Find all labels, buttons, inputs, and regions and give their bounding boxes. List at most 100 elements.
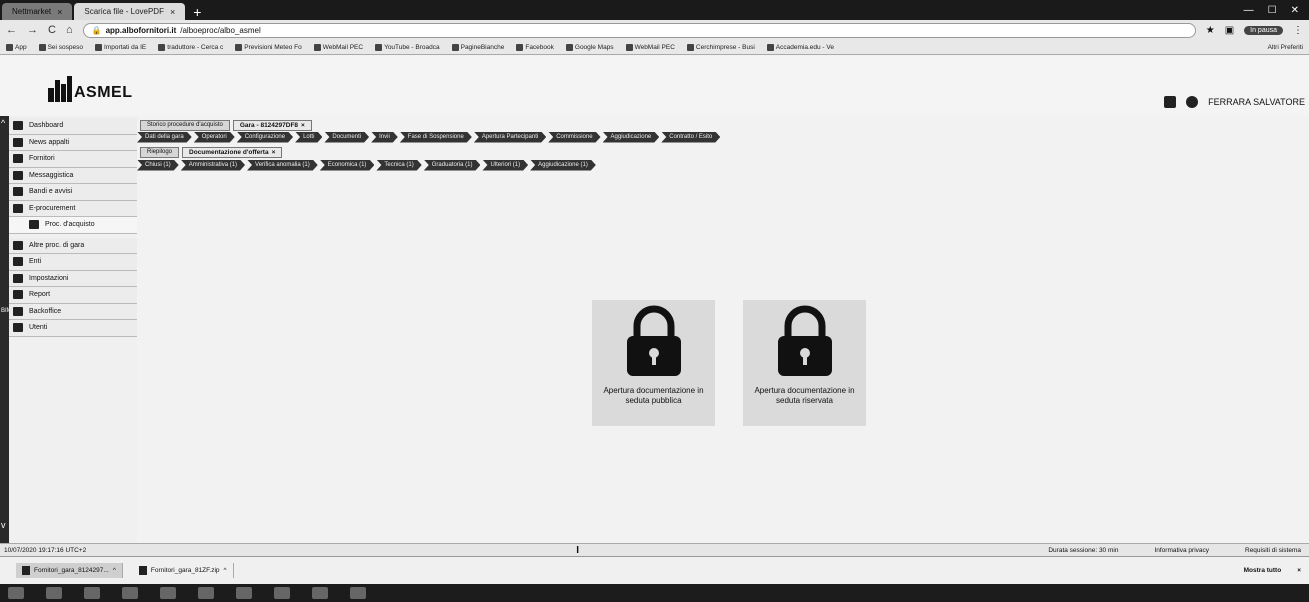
tab-documentazione-offerta[interactable]: Documentazione d'offerta × <box>182 146 283 158</box>
open-reserved-session-button[interactable]: Apertura documentazione in seduta riserv… <box>743 300 866 426</box>
bookmark-item[interactable]: traduttore - Cerca c <box>158 43 223 51</box>
step-pill[interactable]: Commissione <box>548 132 600 143</box>
download-item[interactable]: Fornitori_gara_8124297... ^ <box>16 563 123 578</box>
chevron-up-icon[interactable]: ^ <box>224 567 227 574</box>
step-pill[interactable]: Dati della gara <box>137 132 192 143</box>
close-icon[interactable]: × <box>272 149 276 156</box>
bookmark-item[interactable]: YouTube - Broadca <box>375 43 440 51</box>
sidebar-item-report[interactable]: Report <box>9 287 137 304</box>
start-icon[interactable] <box>8 587 24 599</box>
explorer-icon[interactable] <box>84 587 100 599</box>
skype-icon[interactable] <box>236 587 252 599</box>
sidebar-item-e-procurement[interactable]: E-procurement <box>9 200 137 217</box>
forward-icon[interactable]: → <box>27 24 38 36</box>
tab-storico[interactable]: Storico procedure d'acquisto <box>140 119 230 131</box>
step-pill[interactable]: Aggiudicazione <box>603 132 660 143</box>
sidebar-item-news-appalti[interactable]: News appalti <box>9 134 137 151</box>
step-pill[interactable]: Configurazione <box>237 132 293 143</box>
star-icon[interactable]: ★ <box>1206 25 1215 36</box>
bookmark-item[interactable]: WebMail PEC <box>625 43 675 51</box>
new-tab-icon[interactable]: + <box>193 4 201 20</box>
user-icon[interactable] <box>1186 96 1199 108</box>
sidebar-item-impostazioni[interactable]: Impostazioni <box>9 270 137 287</box>
sidebar-toggle-strip[interactable]: ^ BIMIN v <box>0 116 18 543</box>
step-pill[interactable]: Operatori <box>194 132 235 143</box>
sidebar-item-fornitori[interactable]: Fornitori <box>9 151 137 168</box>
step-pill[interactable]: Amministrativa (1) <box>181 160 245 171</box>
extension-icon[interactable]: ▣ <box>1225 25 1234 36</box>
sidebar-item-dashboard[interactable]: Dashboard <box>9 118 137 135</box>
close-icon[interactable]: × <box>57 7 62 17</box>
sidebar-item-proc-d-acquisto[interactable]: Proc. d'acquisto <box>9 217 137 234</box>
step-pill[interactable]: Apertura Partecipanti <box>474 132 546 143</box>
minimize-icon[interactable]: — <box>1244 5 1254 16</box>
chevron-up-icon[interactable]: ^ <box>113 567 116 574</box>
sidebar-item-enti[interactable]: Enti <box>9 254 137 271</box>
close-icon[interactable]: × <box>301 122 305 129</box>
step-pill[interactable]: Invii <box>371 132 398 143</box>
database-icon[interactable] <box>1164 96 1177 108</box>
bookmark-item[interactable]: Accademia.edu - Ve <box>766 43 834 51</box>
chevron-down-icon[interactable]: v <box>1 520 6 530</box>
close-icon[interactable]: × <box>1297 567 1301 574</box>
step-pill[interactable]: Ulteriori (1) <box>482 160 528 171</box>
bookmark-item[interactable]: App <box>6 43 27 51</box>
bookmark-item[interactable]: WebMail PEC <box>313 43 363 51</box>
reload-icon[interactable]: C <box>48 24 56 36</box>
step-pill[interactable]: Fase di Sospensione <box>400 132 472 143</box>
step-pill[interactable]: Aggiudicazione (1) <box>530 160 596 171</box>
menu-icon[interactable]: ⋮ <box>1293 25 1303 36</box>
requirements-link[interactable]: Requisiti di sistema <box>1245 547 1301 554</box>
acrobat-icon[interactable] <box>312 587 328 599</box>
privacy-link[interactable]: Informativa privacy <box>1154 547 1209 554</box>
other-bookmarks[interactable]: Altri Preferiti <box>1268 44 1303 51</box>
search-icon[interactable] <box>46 587 62 599</box>
asmel-logo[interactable]: ASMEL <box>48 76 133 102</box>
step-pill[interactable]: Tecnica (1) <box>376 160 421 171</box>
bookmark-item[interactable]: Importati da IE <box>95 43 146 51</box>
step-pill[interactable]: Economica (1) <box>320 160 375 171</box>
excel-icon[interactable] <box>274 587 290 599</box>
bookmark-label: App <box>15 43 27 51</box>
bookmark-item[interactable]: Previsioni Meteo Fo <box>235 43 302 51</box>
step-pill[interactable]: Graduatoria (1) <box>424 160 481 171</box>
url-field[interactable]: 🔒 app.albofornitori.it/alboeproc/albo_as… <box>82 22 1196 38</box>
message-icon <box>13 170 23 180</box>
bookmark-item[interactable]: Sei sospeso <box>38 43 83 51</box>
bookmark-item[interactable]: Cerchimprese - Busi <box>686 43 755 51</box>
chevron-up-icon[interactable]: ^ <box>1 118 5 128</box>
mail-icon[interactable] <box>160 587 176 599</box>
logo-text: ASMEL <box>74 84 133 101</box>
show-all-button[interactable]: Mostra tutto <box>1244 567 1282 574</box>
step-pill[interactable]: Verifica anomalia (1) <box>247 160 318 171</box>
bookmark-item[interactable]: PagineBianche <box>451 43 504 51</box>
step-pill[interactable]: Chiusi (1) <box>137 160 179 171</box>
step-pill[interactable]: Lotti <box>295 132 322 143</box>
bookmark-item[interactable]: Facebook <box>516 43 554 51</box>
sidebar-item-utenti[interactable]: Utenti <box>9 320 137 337</box>
tab-gara[interactable]: Gara - 8124297DF8 × <box>232 119 312 131</box>
sidebar-item-messaggistica[interactable]: Messaggistica <box>9 167 137 184</box>
close-window-icon[interactable]: ✕ <box>1291 5 1299 16</box>
maximize-icon[interactable]: ☐ <box>1268 5 1277 16</box>
chrome-icon[interactable] <box>350 587 366 599</box>
download-item[interactable]: Fornitori_gara_81ZF.zip ^ <box>133 563 234 578</box>
step-pill[interactable]: Contratto / Esito <box>661 132 720 143</box>
bookmark-item[interactable]: Google Maps <box>565 43 614 51</box>
home-icon[interactable]: ⌂ <box>66 24 73 36</box>
close-icon[interactable]: × <box>170 7 175 17</box>
word-icon[interactable] <box>198 587 214 599</box>
store-icon[interactable] <box>122 587 138 599</box>
step-pill[interactable]: Documenti <box>324 132 369 143</box>
sidebar-item-backoffice[interactable]: Backoffice <box>9 303 137 320</box>
user-name[interactable]: FERRARA SALVATORE <box>1208 97 1305 107</box>
back-icon[interactable]: ← <box>6 24 17 36</box>
browser-tab-active[interactable]: Scarica file - LovePDF × <box>74 3 186 20</box>
sidebar-item-altre-proc-di-gara[interactable]: Altre proc. di gara <box>9 237 137 254</box>
open-public-session-button[interactable]: Apertura documentazione in seduta pubbli… <box>592 300 715 426</box>
profile-button[interactable]: In pausa <box>1244 25 1283 35</box>
tab-riepilogo[interactable]: Riepilogo <box>140 146 180 158</box>
browser-tab[interactable]: Nettmarket × <box>2 3 73 20</box>
file-icon <box>22 566 30 575</box>
sidebar-item-bandi-e-avvisi[interactable]: Bandi e avvisi <box>9 184 137 201</box>
